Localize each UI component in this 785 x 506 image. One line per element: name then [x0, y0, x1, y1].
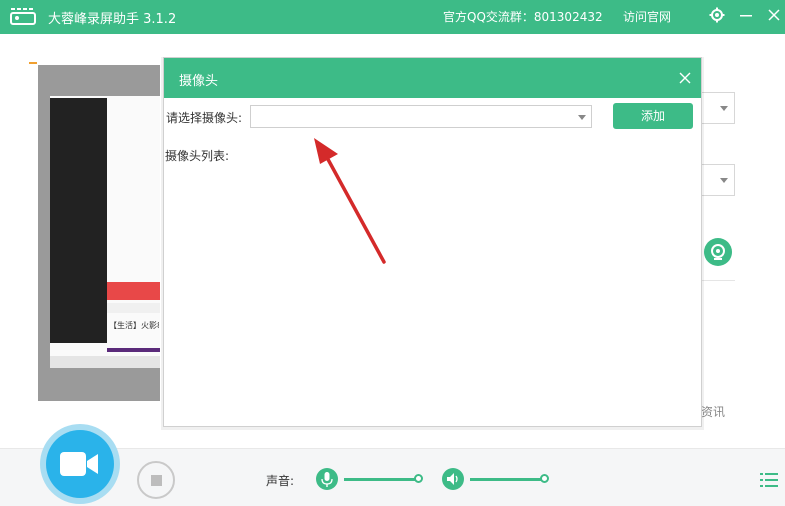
speaker-icon — [447, 473, 458, 485]
preview-red-bar — [107, 282, 160, 300]
corner-mark — [29, 62, 37, 64]
chevron-down-icon — [720, 178, 728, 183]
info-link[interactable]: 资讯 — [701, 403, 725, 420]
record-button[interactable] — [46, 430, 114, 498]
dialog-header: 摄像头 — [164, 58, 701, 98]
title-bar: 大蓉峰录屏助手 3.1.2 官方QQ交流群：801302432 访问官网 — [0, 0, 785, 34]
stop-icon — [151, 475, 162, 486]
visit-site-link[interactable]: 访问官网 — [623, 8, 671, 25]
stop-button[interactable] — [137, 461, 175, 499]
preview-text: 【生活】火影80- — [109, 321, 159, 330]
sound-label: 声音: — [266, 474, 295, 488]
speaker-volume-thumb[interactable] — [540, 474, 549, 483]
list-icon[interactable] — [760, 472, 778, 488]
preview-purple-bar — [107, 348, 160, 352]
close-window-icon[interactable] — [766, 7, 782, 23]
camera-dialog: 摄像头 请选择摄像头: 添加 摄像头列表: — [163, 57, 702, 427]
add-camera-button[interactable]: 添加 — [613, 103, 693, 129]
preview-info-bar — [107, 303, 160, 313]
app-logo-icon — [10, 8, 36, 25]
chevron-down-icon — [720, 106, 728, 111]
chevron-down-icon — [578, 115, 586, 120]
microphone-icon — [321, 472, 333, 487]
mic-volume-thumb[interactable] — [414, 474, 423, 483]
camera-list-label: 摄像头列表: — [165, 149, 230, 163]
preview-dark-panel — [50, 98, 107, 343]
right-dropdown-1[interactable] — [700, 92, 735, 124]
dialog-title: 摄像头 — [179, 74, 219, 89]
mic-volume-slider[interactable] — [344, 478, 418, 481]
camera-select[interactable] — [250, 105, 592, 128]
webcam-icon — [711, 244, 725, 260]
webcam-button[interactable] — [704, 238, 732, 266]
settings-icon[interactable] — [709, 7, 725, 23]
minimize-icon[interactable] — [738, 7, 754, 23]
annotation-arrow — [314, 138, 386, 264]
camera-select-label: 请选择摄像头: — [166, 111, 243, 125]
video-camera-icon — [60, 452, 98, 476]
speaker-button[interactable] — [442, 468, 464, 490]
microphone-button[interactable] — [316, 468, 338, 490]
right-dropdown-2[interactable] — [700, 164, 735, 196]
preview-taskbar — [50, 356, 160, 368]
divider — [700, 280, 735, 281]
close-icon[interactable] — [678, 71, 692, 85]
speaker-volume-slider[interactable] — [470, 478, 544, 481]
qq-group-text: 官方QQ交流群：801302432 — [443, 10, 603, 24]
app-title: 大蓉峰录屏助手 3.1.2 — [48, 12, 177, 27]
